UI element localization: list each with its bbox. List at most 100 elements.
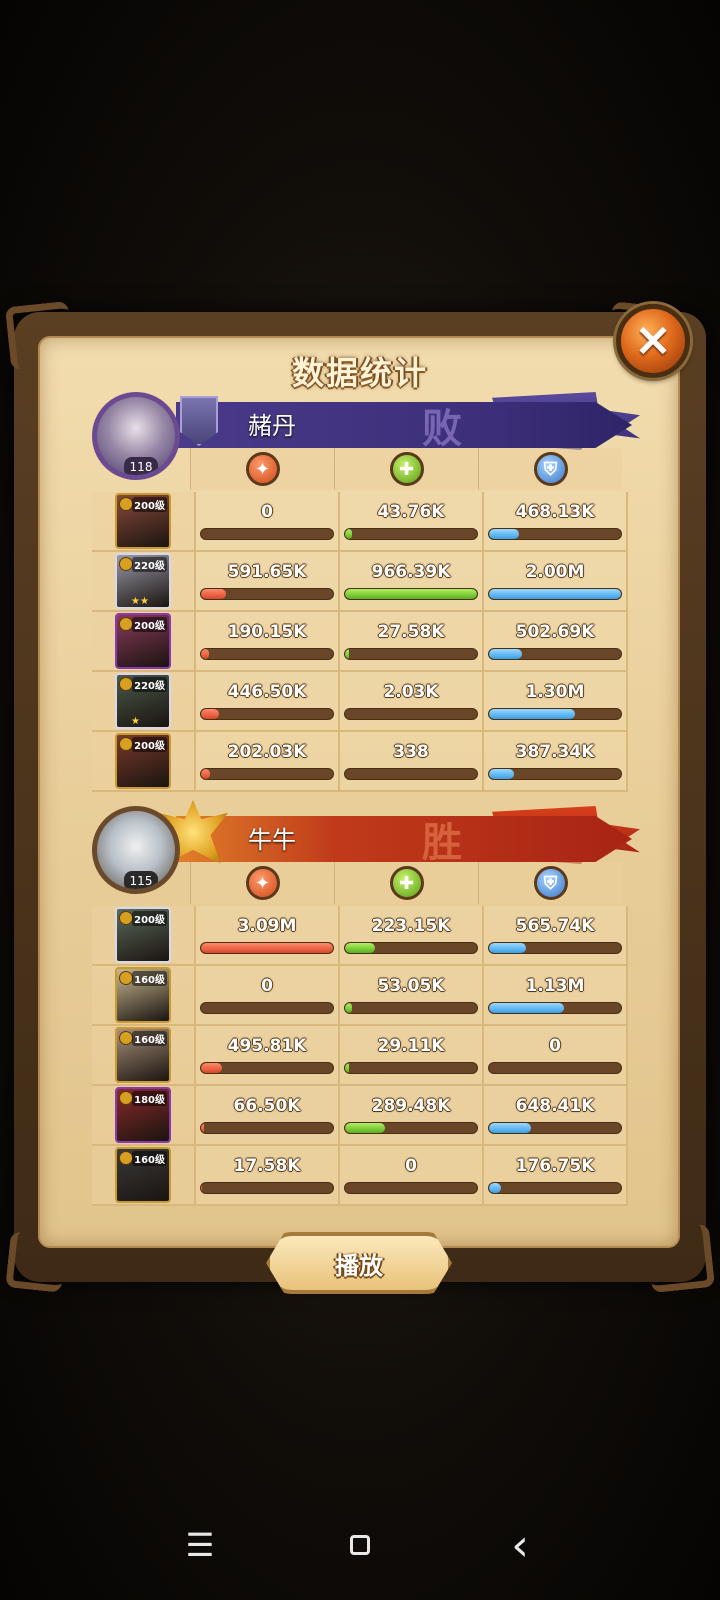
shield-value: 468.13K — [515, 502, 595, 522]
heal-value: 53.05K — [377, 976, 445, 996]
hero-portrait[interactable]: 200级 — [115, 733, 171, 789]
shield-bar — [488, 1062, 622, 1074]
hero-rank-icon — [119, 1031, 133, 1045]
damage-bar — [200, 708, 334, 720]
hero-level: 180级 — [132, 1091, 167, 1106]
hero-stat-row: 220级 ★★ 591.65K 966.39K 2.00M — [92, 552, 628, 612]
heal-bar-fill — [345, 1123, 385, 1133]
damage-cell: 0 — [196, 492, 340, 550]
shield-bar-fill — [489, 709, 575, 719]
hero-rows: 200级 3.09M 223.15K 565.74K 160级 0 53.05K… — [92, 906, 628, 1206]
stat-icon-row: ✦ ✚ ⛨ — [190, 448, 622, 490]
hero-rows: 200级 0 43.76K 468.13K 220级 ★★ 591.65K 96… — [92, 492, 628, 792]
hero-portrait[interactable]: 220级 ★ — [115, 673, 171, 729]
hero-portrait-cell: 180级 — [92, 1086, 196, 1144]
home-button[interactable] — [330, 1535, 390, 1555]
damage-icon: ✦ — [245, 866, 280, 900]
hero-level: 160级 — [132, 971, 167, 986]
damage-bar-fill — [201, 649, 209, 659]
shield-bar — [488, 648, 622, 660]
shield-cell: 2.00M — [484, 552, 628, 610]
shield-icon: ⛨ — [533, 866, 568, 900]
damage-bar-fill — [201, 589, 227, 599]
shield-bar-fill — [489, 1123, 532, 1133]
shield-value: 0 — [549, 1036, 561, 1056]
heal-cell: 223.15K — [340, 906, 484, 964]
damage-cell: 495.81K — [196, 1026, 340, 1084]
shield-bar — [488, 942, 622, 954]
hero-stars: ★★ — [131, 596, 149, 607]
hero-stat-row: 160级 17.58K 0 176.75K — [92, 1146, 628, 1206]
damage-value: 190.15K — [227, 622, 307, 642]
shield-cell: 648.41K — [484, 1086, 628, 1144]
menu-icon[interactable]: ☰ — [170, 1526, 230, 1564]
heal-bar — [344, 528, 478, 540]
damage-icon: ✦ — [245, 452, 280, 486]
heal-bar — [344, 708, 478, 720]
team-section-winner: 牛牛 胜 115 ✦ ✚ ⛨ 200级 3.09M 223.15K 565.74… — [92, 800, 640, 1206]
hero-rank-icon — [119, 737, 133, 751]
hero-portrait[interactable]: 160级 — [115, 1147, 171, 1203]
hero-portrait[interactable]: 180级 — [115, 1087, 171, 1143]
damage-value: 17.58K — [233, 1156, 301, 1176]
avatar-level: 115 — [124, 871, 158, 889]
hero-rank-icon — [119, 617, 133, 631]
heal-value: 966.39K — [371, 562, 451, 582]
damage-bar — [200, 1062, 334, 1074]
team-section-loser: 赭丹 败 118 ✦ ✚ ⛨ 200级 0 43.76K 468.13K 220… — [92, 392, 640, 792]
hero-portrait-cell: 200级 — [92, 732, 196, 790]
heal-bar-fill — [345, 1003, 352, 1013]
shield-value: 176.75K — [515, 1156, 595, 1176]
hero-portrait[interactable]: 220级 ★★ — [115, 553, 171, 609]
shield-cell: 468.13K — [484, 492, 628, 550]
heal-value: 223.15K — [371, 916, 451, 936]
hero-stat-row: 200级 202.03K 338 387.34K — [92, 732, 628, 792]
hero-stars: ★ — [131, 716, 140, 727]
hero-portrait-cell: 160级 — [92, 1146, 196, 1204]
damage-value: 591.65K — [227, 562, 307, 582]
heal-cell: 53.05K — [340, 966, 484, 1024]
hero-portrait[interactable]: 200级 — [115, 493, 171, 549]
heal-cell: 43.76K — [340, 492, 484, 550]
hero-level: 160级 — [132, 1031, 167, 1046]
hero-portrait[interactable]: 200级 — [115, 907, 171, 963]
hero-stat-row: 200级 0 43.76K 468.13K — [92, 492, 628, 552]
shield-bar-fill — [489, 649, 522, 659]
heal-bar-fill — [345, 529, 352, 539]
close-button[interactable]: × — [616, 304, 690, 378]
hero-level: 200级 — [132, 737, 167, 752]
shield-cell: 1.30M — [484, 672, 628, 730]
hero-level: 200级 — [132, 617, 167, 632]
damage-bar — [200, 1122, 334, 1134]
hero-portrait[interactable]: 160级 — [115, 967, 171, 1023]
home-icon — [350, 1535, 370, 1555]
damage-bar — [200, 942, 334, 954]
shield-value: 565.74K — [515, 916, 595, 936]
shield-bar-fill — [489, 529, 520, 539]
heal-cell: 289.48K — [340, 1086, 484, 1144]
heal-icon: ✚ — [389, 452, 424, 486]
shield-cell: 565.74K — [484, 906, 628, 964]
hero-rank-icon — [119, 971, 133, 985]
heal-bar — [344, 768, 478, 780]
damage-cell: 446.50K — [196, 672, 340, 730]
damage-bar — [200, 648, 334, 660]
back-icon[interactable]: ‹ — [490, 1520, 550, 1571]
shield-cell: 1.13M — [484, 966, 628, 1024]
shield-value: 648.41K — [515, 1096, 595, 1116]
stat-icon-row: ✦ ✚ ⛨ — [190, 862, 622, 904]
damage-cell: 202.03K — [196, 732, 340, 790]
damage-cell: 190.15K — [196, 612, 340, 670]
damage-value: 66.50K — [233, 1096, 301, 1116]
damage-bar — [200, 1002, 334, 1014]
heal-bar — [344, 1062, 478, 1074]
heal-icon: ✚ — [389, 866, 424, 900]
damage-cell: 591.65K — [196, 552, 340, 610]
heal-value: 289.48K — [371, 1096, 451, 1116]
player-avatar[interactable]: 115 — [92, 806, 180, 894]
hero-portrait[interactable]: 200级 — [115, 613, 171, 669]
play-button[interactable]: 播放 — [266, 1232, 452, 1294]
damage-cell: 0 — [196, 966, 340, 1024]
hero-portrait[interactable]: 160级 — [115, 1027, 171, 1083]
player-avatar[interactable]: 118 — [92, 392, 180, 480]
